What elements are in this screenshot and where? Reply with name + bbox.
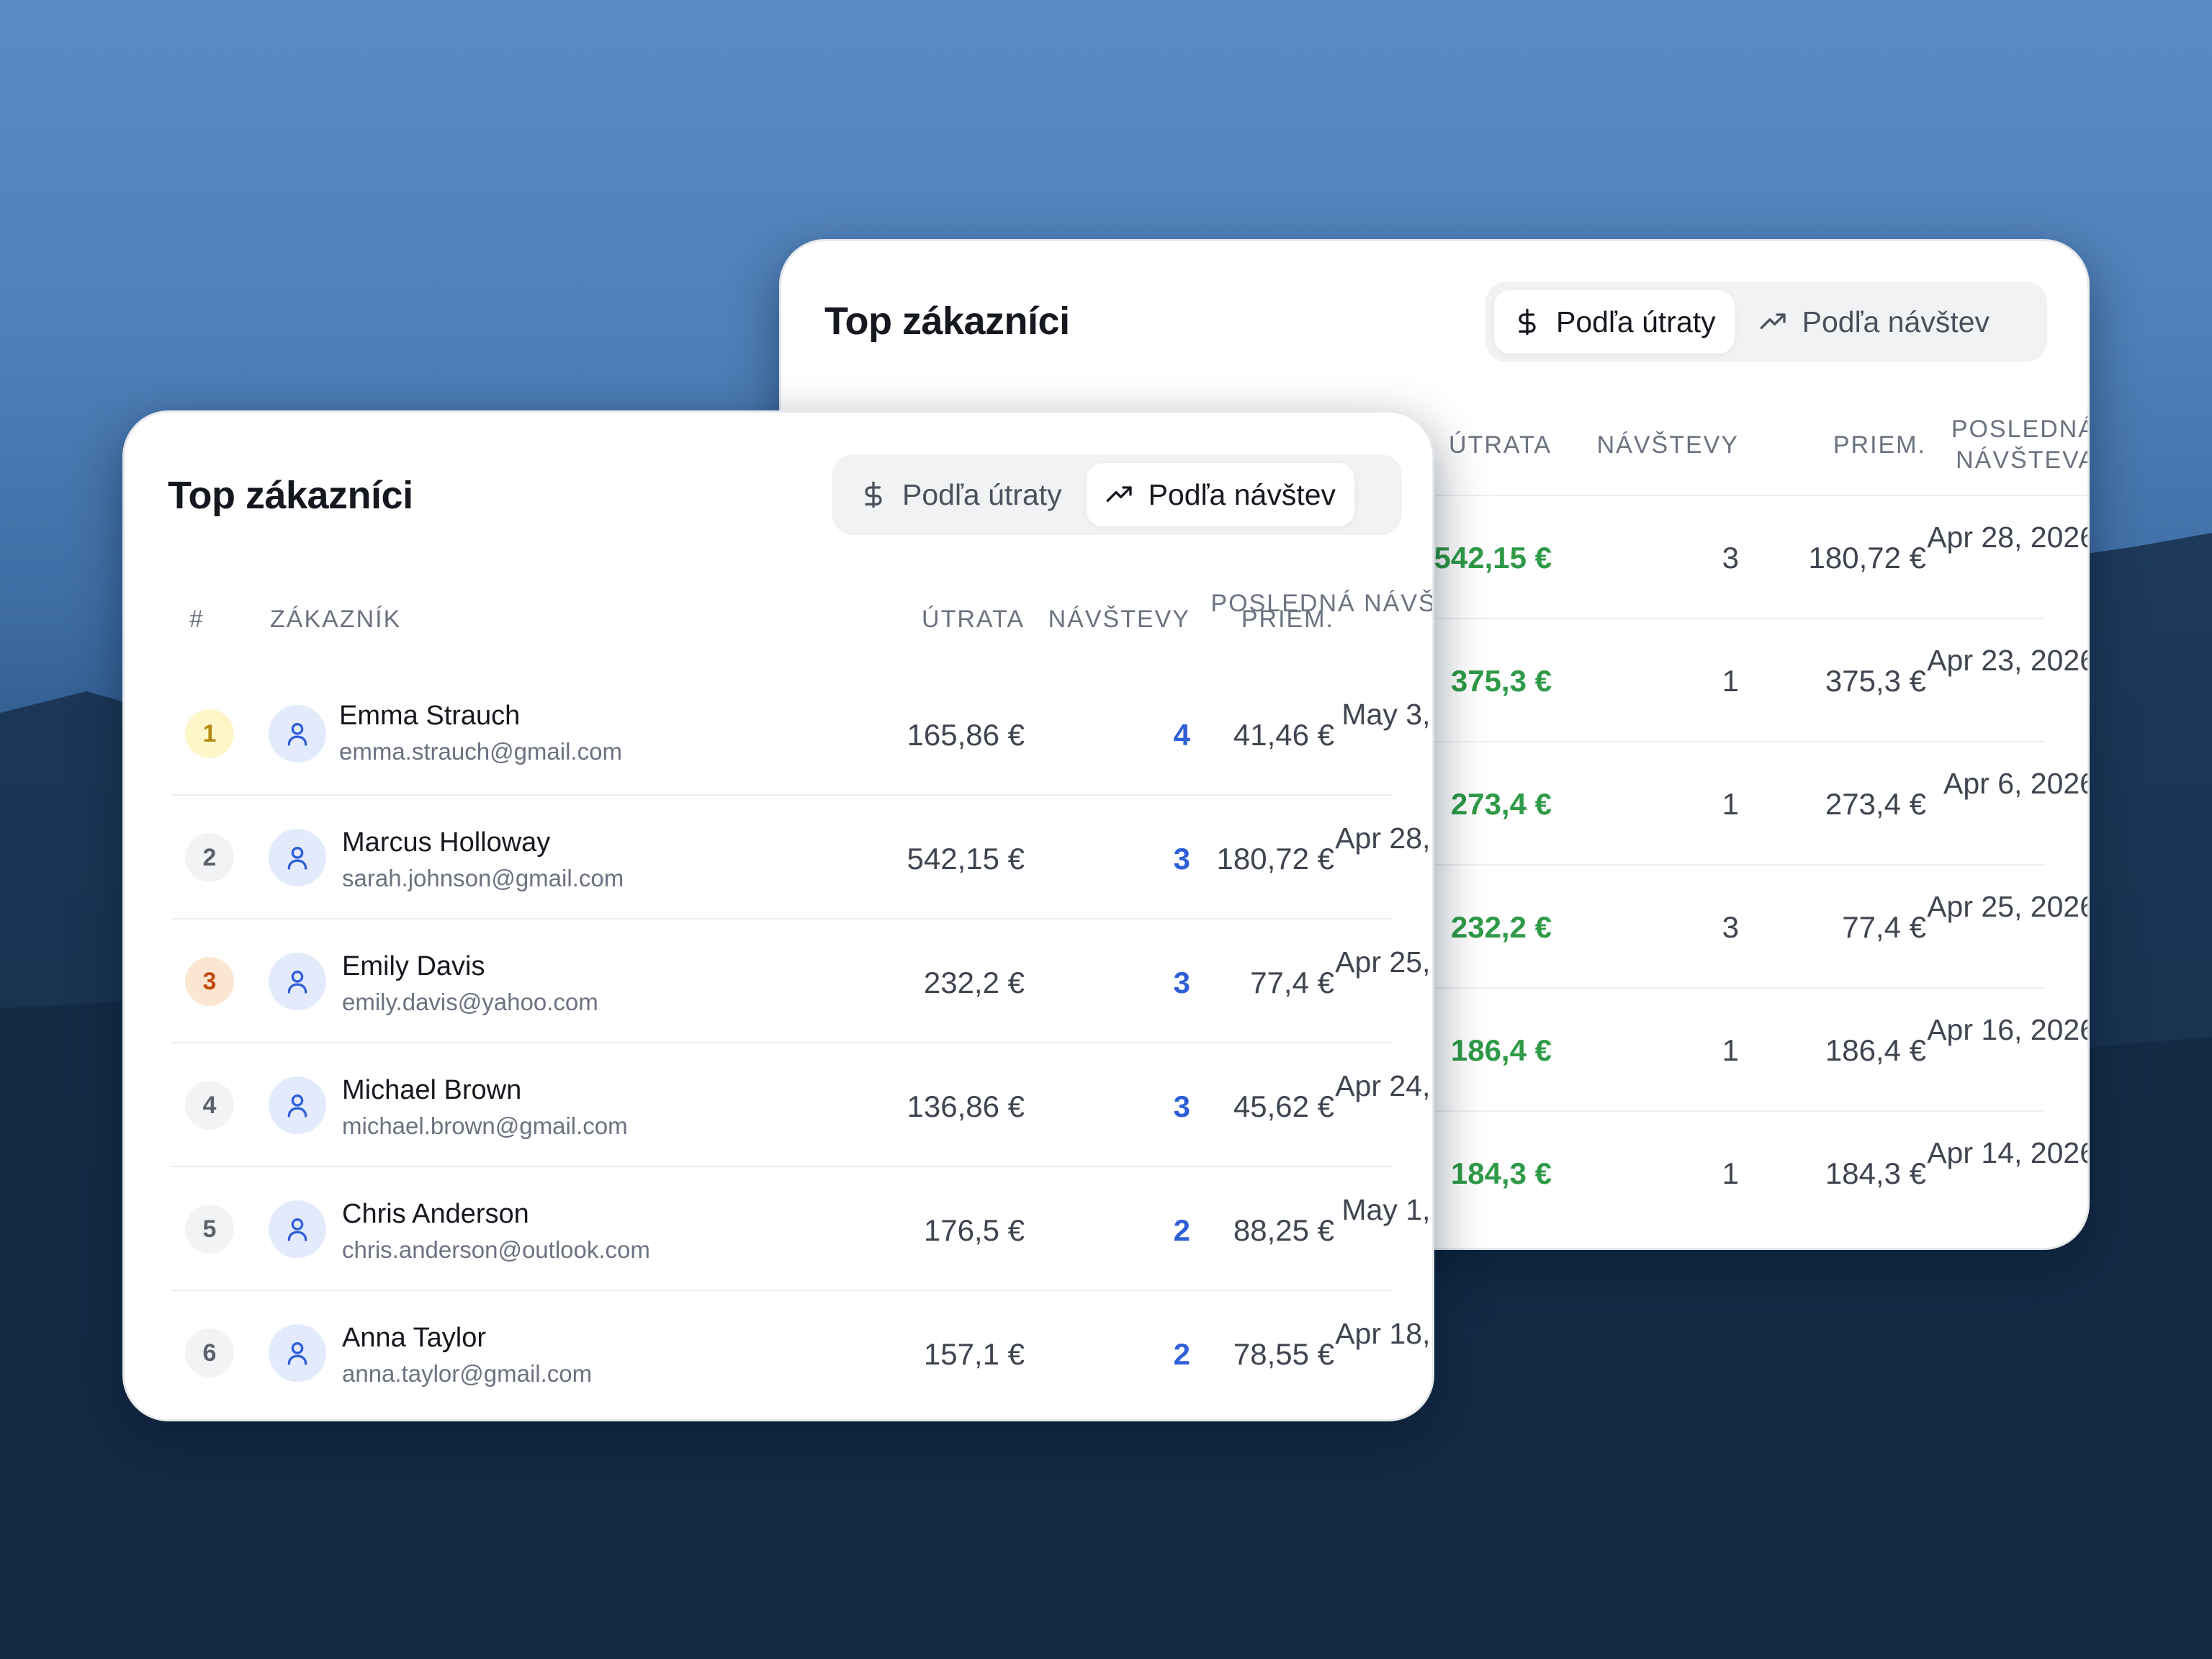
user-icon xyxy=(287,1218,307,1241)
customer-email: emma.strauch@gmail.com xyxy=(339,738,622,765)
last-visit-value: Apr 28, 2026 xyxy=(1335,822,1432,855)
column-header-customer: ZÁKAZNÍK xyxy=(270,606,402,633)
spend-value: 136,86 € xyxy=(907,1089,1025,1123)
visits-value: 3 xyxy=(1722,541,1739,575)
customer-email: michael.brown@gmail.com xyxy=(342,1112,628,1139)
customer-name: Emily Davis xyxy=(342,951,485,981)
card-title: Top zákazníci xyxy=(168,474,413,517)
avatar xyxy=(269,1200,326,1258)
dollar-icon xyxy=(1519,308,1536,336)
last-visit-value: Apr 25, 2026 xyxy=(1927,890,2090,923)
spend-value: 165,86 € xyxy=(907,718,1025,752)
customer-name: Marcus Holloway xyxy=(342,827,551,858)
visits-value: 1 xyxy=(1722,1156,1739,1190)
customer-email: chris.anderson@outlook.com xyxy=(342,1236,650,1263)
spend-value: 232,2 € xyxy=(923,966,1025,999)
table-row[interactable]: 6 Anna Taylor anna.taylor@gmail.com 157,1 €… xyxy=(125,1291,1432,1415)
avatar xyxy=(269,1324,326,1382)
customer-name: Chris Anderson xyxy=(342,1199,529,1229)
column-header-visits: NÁVŠTEVY xyxy=(1596,431,1739,459)
last-visit-value: Apr 25, 2026 xyxy=(1335,945,1432,979)
sort-toggle: Podľa útraty Podľa návštev xyxy=(832,454,1402,535)
toggle-by-visits-label: Podľa návštev xyxy=(1148,477,1336,511)
toggle-by-visits-label: Podľa návštev xyxy=(1802,305,1990,338)
visits-value: 1 xyxy=(1722,787,1739,821)
customer-name: Michael Brown xyxy=(342,1075,522,1105)
column-header-last-visit: POSLEDNÁ NÁVŠTEVA xyxy=(1951,415,2090,474)
rank-badge: 6 xyxy=(185,1328,234,1377)
top-customers-card-by-visits: Top zákazníci Podľa útraty Podľa návštev… xyxy=(122,410,1434,1421)
toggle-by-spend[interactable]: Podľa útraty xyxy=(1494,290,1735,354)
last-visit-value: Apr 6, 2026 xyxy=(1943,767,2090,800)
avatar xyxy=(269,953,326,1010)
rank-badge: 1 xyxy=(185,709,234,758)
user-icon xyxy=(287,1342,307,1365)
toggle-by-spend-label: Podľa útraty xyxy=(1556,305,1716,338)
table-row[interactable]: 2 Marcus Holloway sarah.johnson@gmail.com 5… xyxy=(125,796,1432,920)
toggle-by-spend-label: Podľa útraty xyxy=(902,477,1062,511)
card-title: Top zákazníci xyxy=(824,300,1070,343)
spend-value: 176,5 € xyxy=(923,1213,1025,1247)
column-header-rank: # xyxy=(189,606,204,633)
last-visit-value: Apr 23, 2026 xyxy=(1927,644,2090,677)
last-visit-value: Apr 28, 2026 xyxy=(1927,521,2090,554)
table-row[interactable]: 5 Chris Anderson chris.anderson@outlook.co… xyxy=(125,1167,1432,1291)
column-header-spend: ÚTRATA xyxy=(922,606,1025,633)
last-visit-value: May 1, 2026 xyxy=(1341,1193,1432,1226)
trending-up-icon xyxy=(1106,486,1132,502)
user-icon xyxy=(287,1094,307,1118)
customer-name: Emma Strauch xyxy=(339,701,521,731)
rank-badge: 2 xyxy=(185,833,234,882)
last-visit-value: Apr 24, 2026 xyxy=(1335,1069,1432,1102)
toggle-by-visits[interactable]: Podľa návštev xyxy=(1740,290,2008,354)
avatar xyxy=(269,1076,326,1134)
customer-email: anna.taylor@gmail.com xyxy=(342,1360,593,1387)
spend-value: 157,1 € xyxy=(923,1337,1025,1371)
toggle-by-visits[interactable]: Podľa návštev xyxy=(1086,463,1355,526)
last-visit-value: Apr 18, 2026 xyxy=(1335,1317,1432,1350)
customer-email: sarah.johnson@gmail.com xyxy=(342,865,624,891)
customer-name: Anna Taylor xyxy=(342,1323,486,1353)
last-visit-value: Apr 16, 2026 xyxy=(1927,1013,2090,1046)
user-icon xyxy=(287,971,307,994)
sort-toggle: Podľa útraty Podľa návštev xyxy=(1485,282,2047,362)
user-icon xyxy=(287,847,307,870)
last-visit-value: Apr 14, 2026 xyxy=(1927,1136,2090,1169)
avatar xyxy=(269,705,326,763)
visits-value: 3 xyxy=(1722,910,1739,944)
rank-badge: 4 xyxy=(185,1081,234,1130)
spend-value: 542,15 € xyxy=(907,842,1025,876)
toggle-by-spend[interactable]: Podľa útraty xyxy=(840,463,1081,526)
column-header-last-visit: POSLEDNÁ NÁVŠTEVA xyxy=(1210,590,1434,617)
table-row[interactable]: 4 Michael Brown michael.brown@gmail.com 136… xyxy=(125,1043,1432,1167)
visits-value: 1 xyxy=(1722,1033,1739,1067)
table-row[interactable]: 1 Emma Strauch emma.strauch@gmail.com 165,8… xyxy=(125,672,1432,796)
visits-value: 1 xyxy=(1722,664,1739,698)
column-header-visits: NÁVŠTEVY xyxy=(1048,606,1190,633)
customer-email: emily.davis@yahoo.com xyxy=(342,989,598,1015)
last-visit-value: May 3, 2026 xyxy=(1341,698,1432,731)
user-icon xyxy=(287,723,307,746)
trending-up-icon xyxy=(1760,313,1786,329)
rank-badge: 3 xyxy=(185,957,234,1006)
table-row[interactable]: 3 Emily Davis emily.davis@yahoo.com 232,2 €… xyxy=(125,920,1432,1043)
avatar xyxy=(269,829,326,886)
dollar-icon xyxy=(865,481,882,508)
rank-badge: 5 xyxy=(185,1205,234,1254)
